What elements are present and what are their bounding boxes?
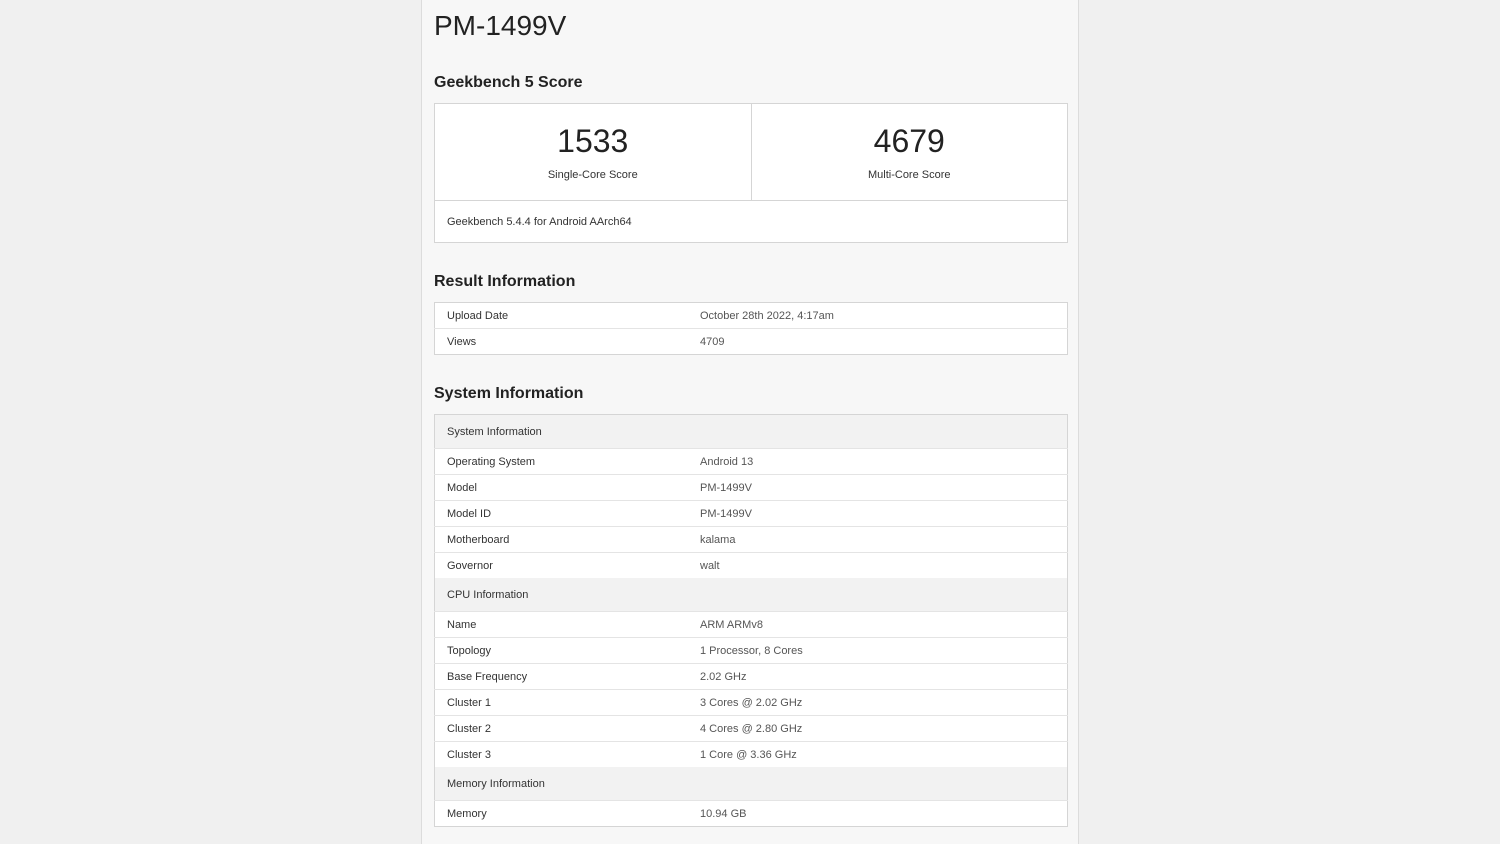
result-info-table: Upload Date October 28th 2022, 4:17am Vi… [434, 302, 1068, 355]
row-value: kalama [688, 526, 1068, 553]
row-value: Android 13 [688, 448, 1068, 475]
system-info-heading: System Information [434, 385, 584, 402]
row-value: 1 Processor, 8 Cores [688, 637, 1068, 664]
single-core-cell: 1533 Single-Core Score [435, 104, 751, 200]
single-core-score: 1533 [557, 123, 629, 159]
page-title: PM-1499V [434, 10, 567, 41]
table-row: Views 4709 [434, 328, 1068, 355]
row-key: Name [434, 611, 688, 638]
table-row: Cluster 3 1 Core @ 3.36 GHz [434, 741, 1068, 767]
single-core-label: Single-Core Score [547, 169, 638, 181]
row-value: October 28th 2022, 4:17am [700, 309, 834, 322]
table-row: Motherboard kalama [434, 526, 1068, 553]
table-row: Upload Date October 28th 2022, 4:17am [435, 303, 1068, 329]
table-row: Memory 10.94 GB [434, 800, 1068, 827]
group-title: Memory Information [434, 767, 1068, 801]
table-row: Governor walt [434, 552, 1068, 578]
table-row: Cluster 2 4 Cores @ 2.80 GHz [434, 715, 1068, 742]
table-row: Operating System Android 13 [434, 448, 1068, 475]
result-info-heading: Result Information [434, 273, 576, 290]
group-title: System Information [434, 414, 1068, 449]
row-value: 3 Cores @ 2.02 GHz [688, 689, 1068, 716]
group-header-system: System Information [434, 414, 1068, 449]
row-value: 2.02 GHz [688, 663, 1068, 690]
table-row: Topology 1 Processor, 8 Cores [434, 637, 1068, 664]
row-key: Cluster 2 [434, 715, 688, 742]
row-key: Base Frequency [434, 663, 688, 690]
row-value: 4709 [688, 328, 1068, 355]
score-card: 1533 Single-Core Score 4679 Multi-Core S… [434, 103, 1068, 243]
benchmark-page: PM-1499V Geekbench 5 Score 1533 Single-C… [421, 0, 1079, 844]
row-key: Model ID [434, 500, 688, 527]
group-header-memory: Memory Information [434, 767, 1068, 801]
row-key: Cluster 1 [434, 689, 688, 716]
row-value: walt [688, 552, 1068, 578]
row-key: Motherboard [434, 526, 688, 553]
multi-core-score: 4679 [873, 123, 945, 159]
score-row: 1533 Single-Core Score 4679 Multi-Core S… [435, 104, 1067, 201]
row-value: ARM ARMv8 [688, 611, 1068, 638]
table-row: Base Frequency 2.02 GHz [434, 663, 1068, 690]
row-key: Upload Date [447, 309, 509, 322]
table-row: Cluster 1 3 Cores @ 2.02 GHz [434, 689, 1068, 716]
multi-core-cell: 4679 Multi-Core Score [750, 104, 1068, 200]
row-key: Operating System [434, 448, 688, 475]
benchmark-version: Geekbench 5.4.4 for Android AArch64 [447, 216, 632, 228]
row-value: 10.94 GB [688, 800, 1068, 827]
row-value: 4 Cores @ 2.80 GHz [688, 715, 1068, 742]
row-key: Model [434, 474, 688, 501]
multi-core-label: Multi-Core Score [867, 169, 951, 181]
table-row: Model PM-1499V [434, 474, 1068, 501]
table-row: Model ID PM-1499V [434, 500, 1068, 527]
row-key: Views [434, 328, 688, 355]
row-value: PM-1499V [688, 500, 1068, 527]
system-info-table: System Information Operating System Andr… [434, 414, 1068, 827]
row-key: Topology [434, 637, 688, 664]
score-heading: Geekbench 5 Score [434, 74, 583, 91]
group-title: CPU Information [434, 578, 1068, 612]
row-key: Governor [434, 552, 688, 578]
group-header-cpu: CPU Information [434, 578, 1068, 612]
row-key: Cluster 3 [434, 741, 688, 767]
table-row: Name ARM ARMv8 [434, 611, 1068, 638]
row-key: Memory [434, 800, 688, 827]
row-value: PM-1499V [688, 474, 1068, 501]
row-value: 1 Core @ 3.36 GHz [688, 741, 1068, 767]
